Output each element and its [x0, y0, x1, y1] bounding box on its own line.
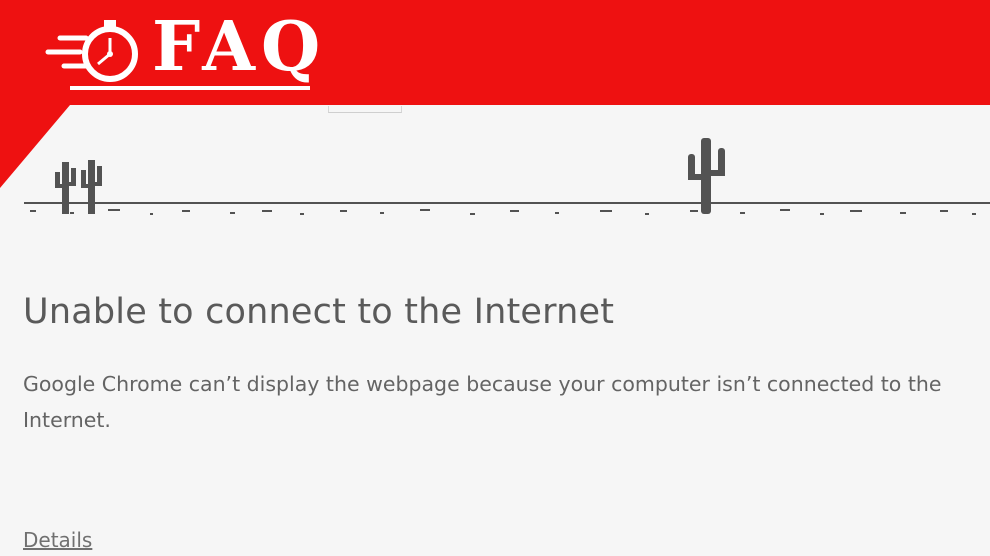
tab-strip-edge: [328, 106, 402, 113]
details-link[interactable]: Details: [23, 528, 92, 552]
description-line: Google Chrome can’t display the webpage …: [23, 372, 942, 396]
cactus-icon: [55, 160, 102, 214]
error-description: Google Chrome can’t display the webpage …: [23, 366, 990, 438]
logo-text: FAQ: [152, 7, 327, 87]
cactus-icon: [688, 138, 725, 214]
offline-game-scene[interactable]: [0, 130, 990, 225]
description-line: Internet.: [23, 408, 111, 432]
error-page: FAQ Unable to connect to the Internet Go…: [0, 0, 990, 556]
page-title: Unable to connect to the Internet: [23, 292, 615, 332]
stopwatch-icon: [45, 20, 138, 82]
faq-logo: FAQ: [44, 8, 320, 98]
